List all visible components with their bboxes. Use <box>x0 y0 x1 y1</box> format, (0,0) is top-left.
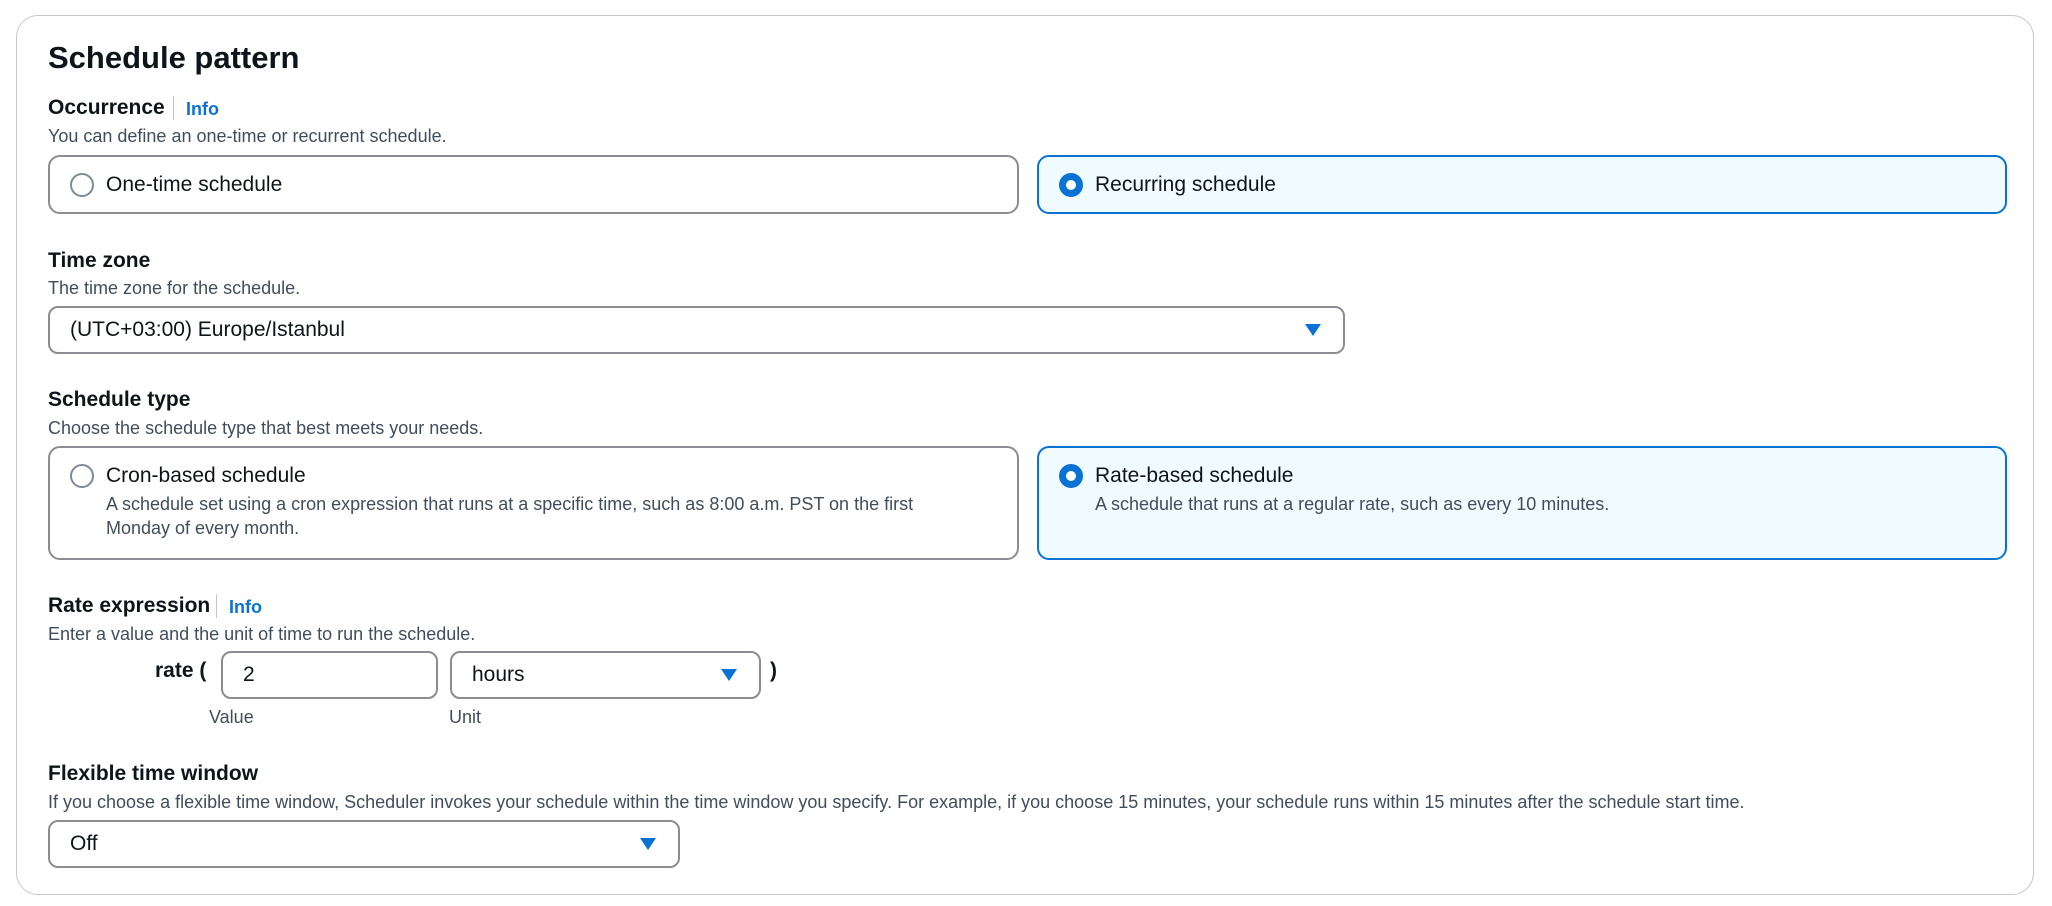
recurring-radio[interactable] <box>1059 173 1083 197</box>
occurrence-separator <box>173 96 174 120</box>
flexible-window-label: Flexible time window <box>48 762 259 785</box>
flexible-window-description: If you choose a flexible time window, Sc… <box>48 792 1745 812</box>
caret-down-icon <box>721 669 737 681</box>
cron-description-line1: A schedule set using a cron expression t… <box>106 494 914 514</box>
schedule-type-description: Choose the schedule type that best meets… <box>48 418 484 438</box>
section-title: Schedule pattern <box>48 40 300 75</box>
cron-label: Cron-based schedule <box>106 464 306 487</box>
caret-down-icon <box>640 838 656 850</box>
rate-unit-caption: Unit <box>449 707 482 727</box>
rate-value-input[interactable] <box>221 651 438 699</box>
rate-unit-value: hours <box>472 663 525 686</box>
time-zone-select[interactable]: (UTC+03:00) Europe/Istanbul <box>48 306 1345 354</box>
one-time-radio[interactable] <box>70 173 94 197</box>
caret-down-icon <box>1305 324 1321 336</box>
rate-based-schedule-option[interactable]: Rate-based schedule A schedule that runs… <box>1037 446 2007 560</box>
cron-based-schedule-option[interactable]: Cron-based schedule A schedule set using… <box>48 446 1019 560</box>
rate-expression-label: Rate expression <box>48 594 211 617</box>
rate-expression-separator <box>216 594 217 618</box>
rate-expression-info-link[interactable]: Info <box>229 597 262 618</box>
occurrence-description: You can define an one-time or recurrent … <box>48 126 447 146</box>
one-time-label: One-time schedule <box>106 173 283 196</box>
rate-description: A schedule that runs at a regular rate, … <box>1095 494 1610 514</box>
rate-radio[interactable] <box>1059 464 1083 488</box>
rate-label: Rate-based schedule <box>1095 464 1294 487</box>
one-time-schedule-option[interactable]: One-time schedule <box>48 155 1019 214</box>
recurring-label: Recurring schedule <box>1095 173 1276 196</box>
recurring-schedule-option[interactable]: Recurring schedule <box>1037 155 2007 214</box>
schedule-type-label: Schedule type <box>48 388 191 411</box>
rate-expression-description: Enter a value and the unit of time to ru… <box>48 624 476 644</box>
rate-value-caption: Value <box>209 707 254 727</box>
cron-description-line2: Monday of every month. <box>106 518 300 538</box>
rate-suffix: ) <box>770 659 777 682</box>
flexible-window-value: Off <box>70 832 98 855</box>
rate-unit-select[interactable]: hours <box>450 651 761 699</box>
cron-radio[interactable] <box>70 464 94 488</box>
occurrence-label: Occurrence <box>48 96 165 119</box>
flexible-window-select[interactable]: Off <box>48 820 680 868</box>
time-zone-label: Time zone <box>48 249 151 272</box>
rate-prefix: rate ( <box>155 659 207 682</box>
time-zone-value: (UTC+03:00) Europe/Istanbul <box>70 318 345 341</box>
occurrence-info-link[interactable]: Info <box>186 99 219 120</box>
time-zone-description: The time zone for the schedule. <box>48 278 301 298</box>
